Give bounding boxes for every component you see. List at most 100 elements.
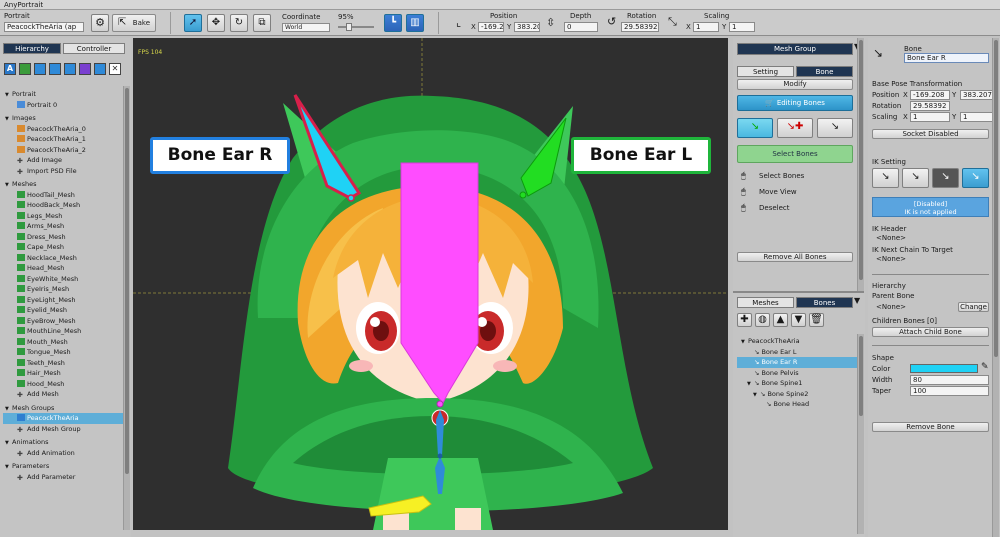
expand-arrow-icon[interactable]: ▼ [741, 337, 748, 347]
mesh-visibility-icon[interactable]: ▥ [406, 14, 424, 32]
ik-mode-head-icon[interactable]: ↘ [902, 168, 929, 188]
position-y-field[interactable]: 383.20 [514, 22, 540, 32]
bone-name-input[interactable]: Bone Ear R [904, 53, 989, 63]
ik-mode-none-icon[interactable]: ↘ [872, 168, 899, 188]
scaling-y-field[interactable]: 1 [729, 22, 755, 32]
select-bone-mode-icon[interactable]: ↘ [737, 118, 773, 138]
editor-viewport[interactable]: FPS 104 Bone Ear R Bone Ear L [133, 38, 728, 530]
zoom-slider[interactable] [338, 23, 374, 31]
filter-meshgroup-icon[interactable] [49, 63, 61, 75]
taper-input[interactable]: 100 [910, 386, 989, 396]
expand-arrow-icon[interactable]: ▼ [5, 404, 12, 414]
ik-mode-chained-icon[interactable]: ↘ [932, 168, 959, 188]
position-x-input[interactable]: -169.208 [910, 90, 950, 100]
bone-tree-item[interactable]: ↘ Bone Head [737, 399, 857, 410]
tree-item[interactable]: PeacockTheAria_1 [3, 134, 123, 145]
move-down-icon[interactable]: ▼ [791, 313, 806, 327]
filter-bone-icon[interactable] [94, 63, 106, 75]
width-input[interactable]: 80 [910, 375, 989, 385]
attach-child-bone-button[interactable]: Attach Child Bone [872, 327, 989, 337]
expand-arrow-icon[interactable]: ▼ [753, 390, 760, 400]
collapse-bones-chevron-icon[interactable]: ▼ [854, 296, 860, 305]
tab-controller[interactable]: Controller [63, 43, 125, 54]
tree-section-header[interactable]: ▼ Meshes [3, 179, 123, 190]
tab-bones[interactable]: Bones [796, 297, 853, 308]
bone-tree-item[interactable]: ▼ PeacockTheAria [737, 336, 857, 347]
tree-section-header[interactable]: ▼ Portrait [3, 89, 123, 100]
rotation-field[interactable]: 29.58392 [621, 22, 659, 32]
socket-disabled-button[interactable]: Socket Disabled [872, 129, 989, 139]
rotate-tool-icon[interactable]: ↻ [230, 14, 248, 32]
modify-button[interactable]: Modify [737, 79, 853, 90]
add-bone-mode-icon[interactable]: ↘✚ [777, 118, 813, 138]
tab-meshes[interactable]: Meshes [737, 297, 794, 308]
tree-item[interactable]: ✚ Add Image [3, 155, 123, 166]
bone-color-swatch[interactable] [910, 364, 978, 373]
filter-text-icon[interactable]: A [4, 63, 16, 75]
tree-item[interactable]: Portrait 0 [3, 100, 123, 111]
tree-item[interactable]: ✚ Add Mesh [3, 389, 123, 400]
expand-arrow-icon[interactable]: ▼ [747, 379, 754, 389]
tree-item[interactable]: MouthLine_Mesh [3, 326, 123, 337]
tree-section-header[interactable]: ▼ Parameters [3, 461, 123, 472]
portrait-select[interactable]: PeacockTheAria (ap [4, 22, 84, 32]
tree-item[interactable]: Head_Mesh [3, 263, 123, 274]
link-bone-mode-icon[interactable]: ↘ [817, 118, 853, 138]
tab-bone[interactable]: Bone [796, 66, 853, 77]
settings-gear-icon[interactable]: ⚙ [91, 14, 109, 32]
tree-item[interactable]: Eyelid_Mesh [3, 305, 123, 316]
ik-mode-disabled-icon[interactable]: ↘ [962, 168, 989, 188]
tree-item[interactable]: Tongue_Mesh [3, 347, 123, 358]
change-parent-button[interactable]: Change [958, 302, 989, 312]
tree-item[interactable]: Legs_Mesh [3, 211, 123, 222]
bone-visibility-icon[interactable]: ┗ [384, 14, 402, 32]
tree-item[interactable]: Necklace_Mesh [3, 253, 123, 264]
tree-section-header[interactable]: ▼ Images [3, 113, 123, 124]
tree-item[interactable]: Teeth_Mesh [3, 358, 123, 369]
tree-item[interactable]: Dress_Mesh [3, 232, 123, 243]
bone-tree-item[interactable]: ↘ Bone Pelvis [737, 368, 857, 379]
filter-image-icon[interactable] [19, 63, 31, 75]
tree-item[interactable]: PeacockTheAria_2 [3, 145, 123, 156]
depth-field[interactable]: 0 [564, 22, 598, 32]
delete-bone-icon[interactable]: 🗑 [809, 313, 824, 327]
tab-hierarchy[interactable]: Hierarchy [3, 43, 61, 54]
expand-arrow-icon[interactable]: ▼ [5, 438, 12, 448]
scaling-x-field[interactable]: 1 [693, 22, 719, 32]
tree-section-header[interactable]: ▼ Animations [3, 437, 123, 448]
tree-item[interactable]: HoodTail_Mesh [3, 190, 123, 201]
tree-item[interactable]: Mouth_Mesh [3, 337, 123, 348]
tree-item[interactable]: Hair_Mesh [3, 368, 123, 379]
expand-arrow-icon[interactable]: ▼ [5, 462, 12, 472]
eyedropper-icon[interactable]: ✎ [981, 362, 989, 372]
tree-item[interactable]: ✚ Add Animation [3, 448, 123, 459]
remove-all-bones-button[interactable]: Remove All Bones [737, 252, 853, 262]
scale-tool-icon[interactable]: ⧉ [253, 14, 271, 32]
select-tool-icon[interactable]: ➚ [184, 14, 202, 32]
filter-param-icon[interactable] [79, 63, 91, 75]
move-tool-icon[interactable]: ✥ [207, 14, 225, 32]
filter-close-icon[interactable]: ✕ [109, 63, 121, 75]
move-up-icon[interactable]: ▲ [773, 313, 788, 327]
bones-scrollbar[interactable] [857, 334, 864, 534]
tree-item[interactable]: PeacockTheAria_0 [3, 124, 123, 135]
tree-item[interactable]: Cape_Mesh [3, 242, 123, 253]
bone-tree-item[interactable]: ↘ Bone Ear L [737, 347, 857, 358]
coordinate-select[interactable]: World [282, 23, 330, 32]
properties-scrollbar[interactable] [992, 38, 999, 537]
expand-arrow-icon[interactable]: ▼ [5, 180, 12, 190]
tab-setting[interactable]: Setting [737, 66, 794, 77]
tree-item[interactable]: ✚ Import PSD File [3, 166, 123, 177]
character-canvas[interactable] [133, 38, 728, 530]
expand-arrow-icon[interactable]: ▼ [5, 90, 12, 100]
tree-item[interactable]: ✚ Add Mesh Group [3, 424, 123, 435]
add-bone-icon[interactable]: ✚ [737, 313, 752, 327]
layer-icon[interactable]: ◍ [755, 313, 770, 327]
bone-tree-item[interactable]: ▼ ↘ Bone Spine2 [737, 389, 857, 400]
bake-button[interactable]: ⇱ Bake [112, 14, 156, 32]
tree-item[interactable]: ✚ Add Parameter [3, 472, 123, 483]
tree-item[interactable]: EyeWhite_Mesh [3, 274, 123, 285]
position-x-field[interactable]: -169.20 [478, 22, 504, 32]
tree-item[interactable]: Arms_Mesh [3, 221, 123, 232]
editing-bones-button[interactable]: 🛒 Editing Bones [737, 95, 853, 111]
